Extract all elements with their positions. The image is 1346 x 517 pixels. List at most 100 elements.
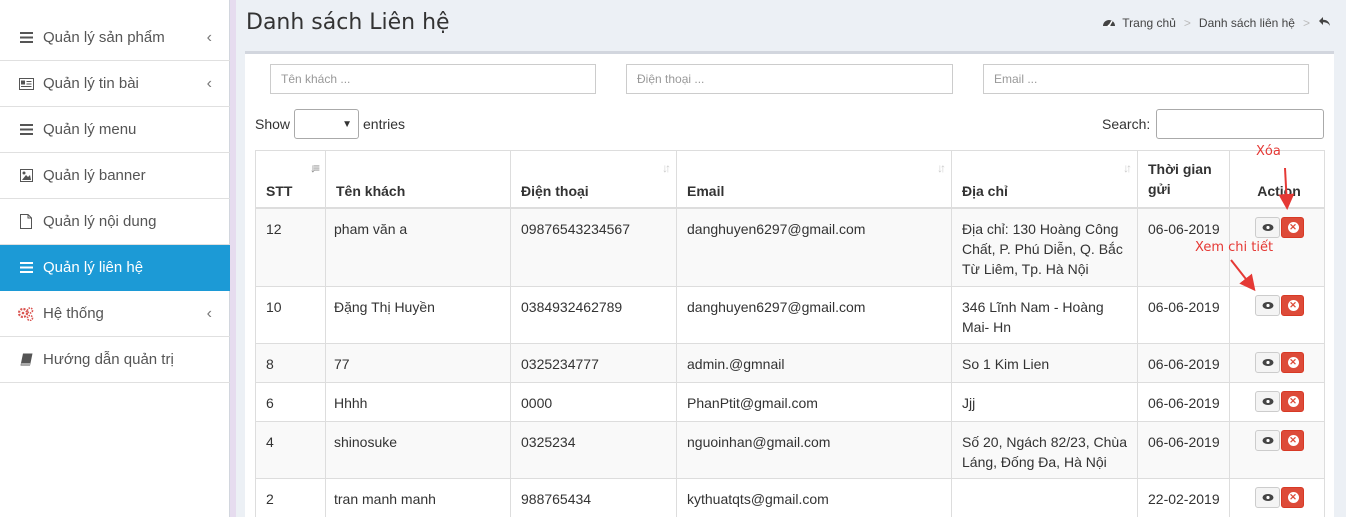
close-circle-icon: ✕ [1287, 396, 1299, 408]
address-cell: So 1 Kim Lien [951, 342, 1138, 383]
chevron-left-icon: ‹ [206, 305, 212, 322]
sidebar-item-guide[interactable]: Hướng dẫn quản trị [0, 337, 230, 383]
table-row: 12 pham văn a 09876543234567 danghuyen6297@… [255, 207, 1325, 287]
stt-cell: 2 [255, 477, 326, 517]
sidebar-item-label: Hệ thống [43, 305, 104, 322]
entries-select[interactable]: ▼ [294, 109, 359, 139]
action-cell: ✕ [1229, 342, 1325, 383]
delete-button[interactable]: ✕ [1280, 430, 1304, 452]
name-filter-input[interactable]: Tên khách ... [270, 64, 596, 94]
table-row: 8 77 0325234777 admin.@gmnail So 1 Kim Lien 0… [255, 342, 1325, 383]
cogs-icon [18, 306, 34, 322]
column-header-action: Action [1229, 150, 1325, 209]
action-cell: ✕ [1229, 285, 1325, 344]
sidebar-item-banner[interactable]: Quản lý banner [0, 153, 230, 199]
sidebar-item-content[interactable]: Quản lý nội dung [0, 199, 230, 245]
delete-annotation: Xóa [1256, 144, 1281, 159]
table-row: 10 Đặng Thị Huyền 0384932462789 danghuyen62… [255, 285, 1325, 344]
column-header-phone[interactable]: Điện thoại ↓↑ [510, 150, 677, 209]
stt-cell: 4 [255, 420, 326, 479]
name-cell: Hhhh [325, 381, 511, 422]
close-circle-icon: ✕ [1287, 300, 1299, 312]
back-icon[interactable] [1318, 16, 1331, 30]
sidebar-item-products[interactable]: Quản lý sản phẩm ‹ [0, 15, 230, 61]
email-cell: kythuatqts@gmail.com [676, 477, 952, 517]
name-cell: Đặng Thị Huyền [325, 285, 511, 344]
caret-down-icon: ▼ [342, 119, 352, 130]
delete-button[interactable]: ✕ [1280, 352, 1304, 374]
delete-button[interactable]: ✕ [1280, 487, 1304, 509]
page-title: Danh sách Liên hệ [246, 10, 450, 35]
delete-button[interactable]: ✕ [1280, 216, 1304, 238]
contacts-table: STT ↓≡ Tên khách Điện thoại ↓↑ Email ↓↑ Địa… [255, 150, 1325, 517]
phone-cell: 0325234777 [510, 342, 677, 383]
show-label: Show [255, 116, 291, 132]
date-cell: 06-06-2019 [1137, 285, 1230, 344]
date-cell: 06-06-2019 [1137, 342, 1230, 383]
sidebar-item-label: Quản lý liên hệ [43, 259, 144, 276]
column-header-time[interactable]: Thời gian gửi [1137, 150, 1230, 209]
entries-label: entries [363, 116, 406, 132]
view-button[interactable] [1254, 295, 1280, 317]
close-circle-icon: ✕ [1287, 435, 1299, 447]
breadcrumb-current: Danh sách liên hệ [1198, 16, 1295, 30]
action-cell: ✕ [1229, 420, 1325, 479]
name-cell: shinosuke [325, 420, 511, 479]
eye-icon [1262, 494, 1273, 502]
sidebar-item-posts[interactable]: Quản lý tin bài ‹ [0, 61, 230, 107]
sidebar-border [230, 0, 236, 517]
search-input[interactable] [1156, 109, 1324, 139]
column-header-address[interactable]: Địa chỉ ↓↑ [951, 150, 1138, 209]
table-header-row: STT ↓≡ Tên khách Điện thoại ↓↑ Email ↓↑ Địa… [255, 150, 1325, 209]
phone-cell: 988765434 [510, 477, 677, 517]
close-circle-icon: ✕ [1287, 492, 1299, 504]
phone-cell: 0000 [510, 381, 677, 422]
address-cell [951, 477, 1138, 517]
sidebar-item-menu[interactable]: Quản lý menu [0, 107, 230, 153]
eye-icon [1262, 437, 1273, 445]
chevron-left-icon: ‹ [206, 75, 212, 92]
address-cell: Jjj [951, 381, 1138, 422]
phone-cell: 09876543234567 [510, 207, 677, 287]
chevron-left-icon: ‹ [206, 29, 212, 46]
breadcrumb: Trang chủ > Danh sách liên hệ > [1102, 16, 1331, 30]
view-button[interactable] [1254, 391, 1280, 413]
column-header-name[interactable]: Tên khách [325, 150, 511, 209]
column-header-email[interactable]: Email ↓↑ [676, 150, 952, 209]
view-button[interactable] [1254, 216, 1280, 238]
breadcrumb-home[interactable]: Trang chủ [1122, 16, 1176, 30]
dashboard-icon [1102, 16, 1116, 30]
list-icon [18, 260, 34, 276]
email-filter-input[interactable]: Email ... [983, 64, 1309, 94]
sort-desc-icon: ↓≡ [309, 161, 320, 175]
date-cell: 06-06-2019 [1137, 381, 1230, 422]
name-cell: pham văn a [325, 207, 511, 287]
table-row: 4 shinosuke 0325234 nguoinhan@gmail.com Số 2… [255, 420, 1325, 479]
date-cell: 22-02-2019 [1137, 477, 1230, 517]
email-cell: PhanPtit@gmail.com [676, 381, 952, 422]
email-cell: admin.@gmnail [676, 342, 952, 383]
email-cell: nguoinhan@gmail.com [676, 420, 952, 479]
delete-button[interactable]: ✕ [1280, 391, 1304, 413]
search-label: Search: [1102, 116, 1151, 132]
phone-filter-input[interactable]: Điện thoại ... [626, 64, 953, 94]
view-button[interactable] [1254, 352, 1280, 374]
list-icon [18, 122, 34, 138]
email-cell: danghuyen6297@gmail.com [676, 285, 952, 344]
view-button[interactable] [1254, 430, 1280, 452]
column-header-stt[interactable]: STT ↓≡ [255, 150, 326, 209]
table-row: 2 tran manh manh 988765434 kythuatqts@gmail… [255, 477, 1325, 517]
stt-cell: 6 [255, 381, 326, 422]
sidebar-item-label: Hướng dẫn quản trị [43, 351, 174, 368]
stt-cell: 12 [255, 207, 326, 287]
close-circle-icon: ✕ [1287, 221, 1299, 233]
address-cell: Số 20, Ngách 82/23, Chùa Láng, Đống Đa, … [951, 420, 1138, 479]
delete-button[interactable]: ✕ [1280, 295, 1304, 317]
email-cell: danghuyen6297@gmail.com [676, 207, 952, 287]
sort-icon: ↓↑ [1123, 161, 1132, 175]
view-button[interactable] [1254, 487, 1280, 509]
date-cell: 06-06-2019 [1137, 420, 1230, 479]
sidebar-item-system[interactable]: Hệ thống ‹ [0, 291, 230, 337]
sidebar-item-label: Quản lý nội dung [43, 213, 157, 230]
sidebar-item-contacts[interactable]: Quản lý liên hệ [0, 245, 230, 291]
